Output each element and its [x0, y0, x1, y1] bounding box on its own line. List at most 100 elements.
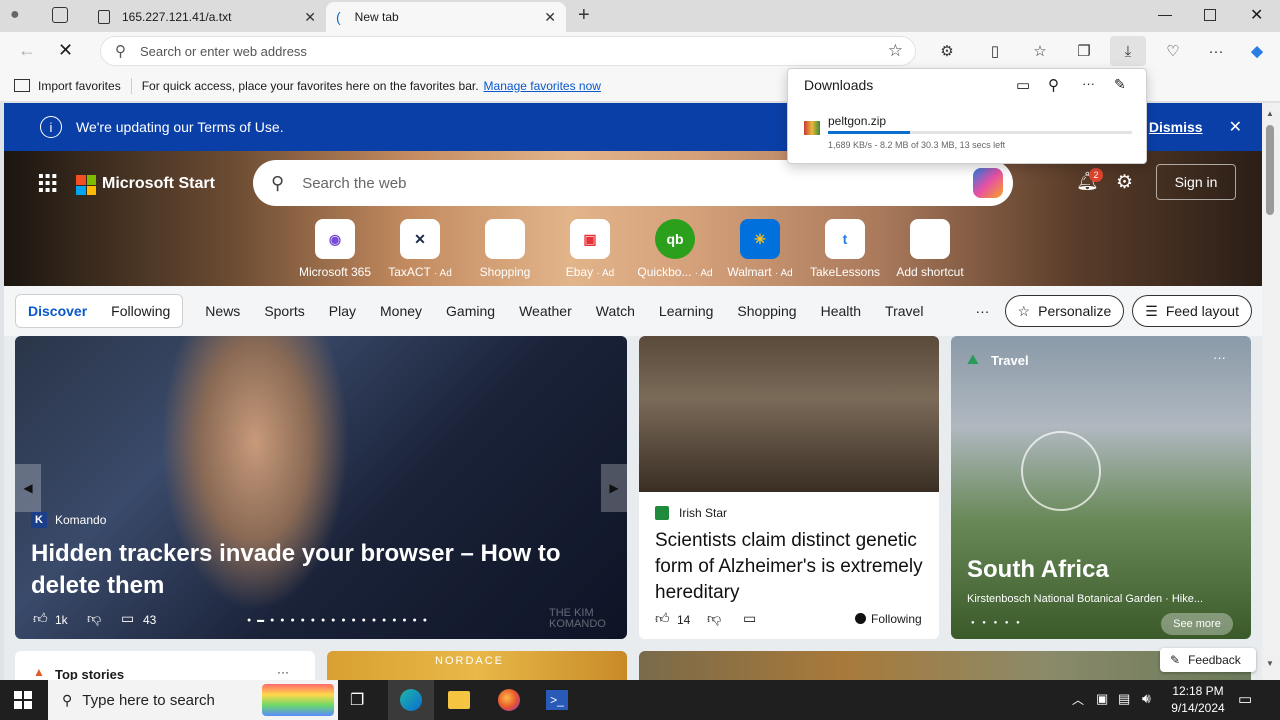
firefox-icon[interactable] — [498, 689, 520, 711]
personalize-button[interactable]: ☆ Personalize — [1004, 295, 1125, 327]
tab-following[interactable]: Following — [111, 303, 170, 319]
apps-grid-icon[interactable]: ▪▪▪ ▪▪▪ ▪▪▪ — [38, 169, 58, 199]
nav-gaming[interactable]: Gaming — [434, 303, 507, 319]
notification-center-icon[interactable]: ▭ — [1238, 690, 1252, 708]
tab-discover[interactable]: Discover — [28, 303, 87, 319]
scroll-up-arrow[interactable]: ▲ — [1266, 109, 1274, 118]
dismiss-link[interactable]: Dismiss — [1149, 119, 1203, 135]
volume-icon[interactable]: 🔊︎ — [1142, 690, 1151, 707]
shortcut-takelessons[interactable]: t TakeLessons — [803, 219, 887, 279]
shortcut-shopping[interactable]: ⌂ Shopping — [463, 219, 547, 279]
settings-gear-icon[interactable]: ⚙ — [1116, 171, 1133, 194]
more-options-icon[interactable]: ··· — [1082, 76, 1095, 91]
new-tab-button[interactable]: + — [578, 4, 590, 27]
like-icon[interactable]: 👍︎ — [655, 610, 670, 627]
scroll-thumb[interactable] — [1266, 125, 1274, 215]
add-shortcut-button[interactable]: + Add shortcut — [888, 219, 972, 279]
file-explorer-icon[interactable] — [448, 691, 470, 709]
carousel-dots[interactable]: ● ▬ ● ● ● ● ● ● ● ● ● ● ● ● ● ● ● ● — [247, 617, 429, 624]
dislike-icon[interactable]: 👎︎ — [707, 610, 721, 627]
main-story-card[interactable]: ◀ ▶ K Komando Hidden trackers invade you… — [15, 336, 627, 639]
shortcut-ebay[interactable]: ▣ Ebay · Ad — [548, 219, 632, 279]
shortcut-taxact[interactable]: ✕ TaxACT · Ad — [378, 219, 462, 279]
nordace-ad-card[interactable]: NORDACE — [327, 651, 627, 680]
comment-icon[interactable]: ▭ — [121, 610, 134, 627]
travel-card[interactable]: ⛰ Travel ··· South Africa Kirstenbosch N… — [951, 336, 1251, 639]
extensions-icon[interactable]: ⚙ — [934, 39, 960, 63]
settings-menu-icon[interactable]: ··· — [1203, 39, 1229, 63]
nav-play[interactable]: Play — [317, 303, 368, 319]
following-button[interactable]: Following — [871, 612, 922, 626]
nav-travel[interactable]: Travel — [873, 303, 935, 319]
nav-health[interactable]: Health — [809, 303, 873, 319]
travel-title[interactable]: South Africa — [967, 556, 1109, 584]
clock-time[interactable]: 12:18 PM — [1168, 684, 1228, 698]
nav-news[interactable]: News — [193, 303, 252, 319]
page-scrollbar[interactable]: ▲ ▼ — [1262, 103, 1280, 680]
clock-date[interactable]: 9/14/2024 — [1164, 701, 1232, 715]
wifi-icon[interactable]: ▤ — [1118, 691, 1130, 707]
download-filename[interactable]: peltgon.zip — [828, 114, 886, 128]
collections-icon[interactable]: ❐ — [1071, 39, 1097, 63]
shortcut-quickbooks[interactable]: qb Quickbo... · Ad — [633, 219, 717, 279]
nav-shopping[interactable]: Shopping — [725, 303, 808, 319]
nav-watch[interactable]: Watch — [584, 303, 647, 319]
shortcut-walmart[interactable]: ✳ Walmart · Ad — [718, 219, 802, 279]
edge-taskbar-icon[interactable] — [388, 680, 434, 720]
profile-icon[interactable]: ● — [10, 6, 32, 26]
comment-icon[interactable]: ▭ — [743, 610, 756, 627]
carousel-next-button[interactable]: ▶ — [601, 464, 627, 512]
downloads-icon[interactable]: ⤓ — [1110, 36, 1146, 66]
tray-chevron-icon[interactable]: ︿ — [1072, 691, 1084, 708]
see-more-button[interactable]: See more — [1161, 613, 1233, 635]
stop-loading-button[interactable]: ✕ — [58, 40, 73, 61]
network-icon[interactable]: ▣ — [1096, 691, 1108, 707]
favorites-icon[interactable]: ☆ — [1027, 39, 1053, 63]
split-screen-icon[interactable]: ▯ — [982, 39, 1008, 63]
copilot-icon[interactable]: ◆ — [1244, 39, 1270, 63]
powershell-icon[interactable]: >_ — [546, 690, 568, 710]
dislike-icon[interactable]: 👎︎ — [87, 610, 101, 627]
manage-favorites-link[interactable]: Manage favorites now — [484, 79, 601, 93]
card-more-icon[interactable]: ··· — [1213, 350, 1226, 365]
start-button[interactable] — [14, 691, 32, 709]
scroll-down-arrow[interactable]: ▼ — [1266, 659, 1274, 668]
address-bar[interactable]: ⚲ Search or enter web address ☆ — [100, 36, 916, 66]
nav-money[interactable]: Money — [368, 303, 434, 319]
feed-layout-button[interactable]: ☰ Feed layout — [1132, 295, 1252, 327]
close-window-button[interactable]: ✕ — [1250, 5, 1263, 25]
feedback-button[interactable]: ✎ Feedback — [1160, 648, 1256, 672]
like-icon[interactable]: 👍︎ — [33, 610, 48, 627]
story-headline[interactable]: Scientists claim distinct genetic form o… — [655, 528, 927, 606]
story-card-2[interactable]: Irish Star Scientists claim distinct gen… — [639, 336, 939, 639]
back-button[interactable]: ← — [18, 40, 36, 61]
browser-essentials-icon[interactable]: ♡ — [1160, 39, 1186, 63]
import-favorites-link[interactable]: Import favorites — [38, 79, 121, 93]
tab-a-txt[interactable]: 165.227.121.41/a.txt ✕ — [88, 2, 326, 32]
close-tab-icon[interactable]: ✕ — [544, 9, 556, 26]
tab-actions-icon[interactable] — [52, 7, 68, 23]
nav-sports[interactable]: Sports — [252, 303, 316, 319]
minimize-button[interactable]: — — [1158, 6, 1172, 22]
task-view-icon[interactable]: ❐ — [350, 690, 364, 710]
shortcut-microsoft-365[interactable]: ◉ Microsoft 365 — [293, 219, 377, 279]
nav-learning[interactable]: Learning — [647, 303, 726, 319]
search-downloads-icon[interactable]: ⚲ — [1048, 76, 1059, 94]
carousel-prev-button[interactable]: ◀ — [15, 464, 41, 512]
restore-button[interactable] — [1204, 9, 1216, 21]
taskbar-search-box[interactable]: ⚲ Type here to search — [48, 680, 338, 720]
more-nav-icon[interactable]: ··· — [975, 303, 989, 319]
nav-weather[interactable]: Weather — [507, 303, 584, 319]
brand-name[interactable]: Microsoft Start — [102, 175, 215, 193]
close-banner-icon[interactable]: ✕ — [1229, 117, 1242, 137]
close-tab-icon[interactable]: ✕ — [304, 9, 316, 26]
card-more-icon[interactable]: ··· — [277, 665, 289, 679]
copilot-icon[interactable] — [973, 168, 1003, 198]
tab-new-tab[interactable]: ( New tab ✕ — [326, 2, 566, 32]
web-search-box[interactable]: ⚲ Search the web — [253, 160, 1013, 206]
pin-icon[interactable]: ✎ — [1114, 76, 1126, 93]
sign-in-button[interactable]: Sign in — [1156, 164, 1236, 200]
carousel-dots[interactable]: ● ● ● ● ● — [971, 620, 1023, 626]
favorite-star-icon[interactable]: ☆ — [888, 41, 903, 61]
open-folder-icon[interactable]: ▭ — [1016, 76, 1030, 94]
